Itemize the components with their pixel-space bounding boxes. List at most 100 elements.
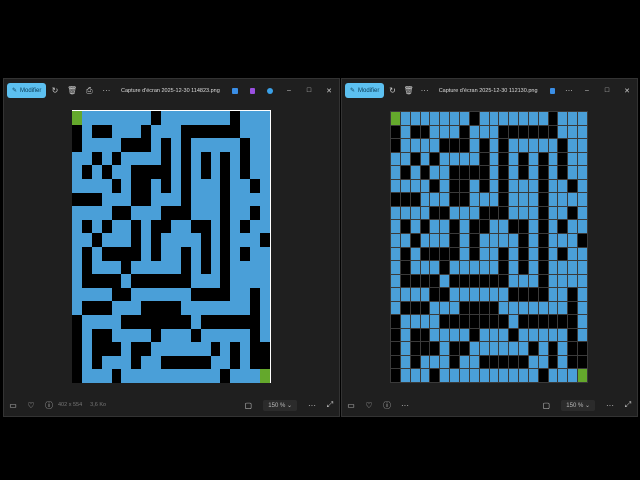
more-icon[interactable]: ···: [98, 86, 115, 95]
maze-path-cell: [72, 151, 82, 166]
maze-path-cell: [410, 112, 420, 125]
editor-app-icon[interactable]: [549, 87, 555, 94]
maze-path-cell: [121, 179, 132, 193]
edit-button[interactable]: ✎ Modifier: [7, 83, 47, 98]
maze-path-cell: [91, 179, 102, 193]
maze-path-cell: [91, 138, 102, 152]
maze-path-cell: [459, 369, 469, 382]
maze-wall-cell: [410, 193, 420, 206]
more-icon[interactable]: ···: [417, 86, 433, 95]
maze-path-cell: [81, 233, 92, 247]
maze-wall-cell: [200, 165, 211, 179]
maze-path-cell: [72, 301, 82, 315]
maze-wall-cell: [420, 220, 430, 233]
rotate-icon[interactable]: ↻: [384, 86, 400, 95]
maze-wall-cell: [161, 219, 171, 234]
favorite-icon[interactable]: ♡: [22, 401, 40, 410]
maze-wall-cell: [538, 193, 548, 206]
maze-wall-cell: [111, 342, 122, 356]
maze-path-cell: [558, 342, 568, 355]
maze-wall-cell: [81, 165, 92, 179]
maze-wall-cell: [111, 287, 122, 302]
maze-wall-cell: [91, 124, 102, 139]
maze-path-cell: [72, 179, 82, 193]
close-button[interactable]: ✕: [617, 87, 637, 95]
maze-wall-cell: [230, 111, 241, 125]
minimize-button[interactable]: –: [577, 87, 597, 95]
maze-wall-cell: [391, 125, 400, 139]
maze-path-cell: [391, 179, 400, 193]
fit-icon[interactable]: ▢: [537, 401, 555, 410]
more-icon[interactable]: ···: [601, 401, 619, 410]
more-icon[interactable]: ···: [303, 401, 321, 410]
maze-wall-cell: [410, 301, 420, 315]
clipchamp-icon[interactable]: [249, 87, 256, 94]
maze-wall-cell: [250, 328, 261, 343]
delete-icon[interactable]: 🗑: [400, 86, 416, 95]
maze-wall-cell: [151, 165, 162, 179]
maze-path-cell: [101, 260, 112, 275]
maze-wall-cell: [101, 165, 112, 179]
maze-wall-cell: [499, 274, 509, 288]
maze-wall-cell: [220, 315, 231, 329]
maximize-button[interactable]: □: [299, 87, 319, 95]
maze-wall-cell: [459, 193, 469, 206]
maze-wall-cell: [220, 274, 231, 288]
close-button[interactable]: ✕: [319, 87, 339, 95]
maze-wall-cell: [400, 274, 410, 288]
maze-wall-cell: [180, 179, 191, 193]
rotate-icon[interactable]: ↻: [46, 86, 63, 95]
maze-path-cell: [459, 247, 469, 261]
maze-wall-cell: [131, 315, 142, 329]
maze-path-cell: [141, 328, 152, 343]
maze-path-cell: [489, 288, 499, 301]
maze-wall-cell: [91, 342, 102, 356]
more-icon[interactable]: ···: [396, 401, 414, 410]
maze-wall-cell: [499, 315, 509, 328]
onedrive-icon[interactable]: [267, 87, 273, 94]
maze-path-cell: [190, 247, 201, 261]
title-bar: ✎ Modifier ↻ 🗑 ··· Capture d'écran 2025-1…: [342, 81, 637, 100]
maze-path-cell: [440, 152, 450, 166]
maze-wall-cell: [72, 124, 82, 139]
zoom-dropdown[interactable]: 150 % ⌄: [263, 399, 297, 411]
maze-path-cell: [161, 124, 171, 139]
delete-icon[interactable]: 🗑: [64, 86, 81, 95]
more-icon[interactable]: ···: [561, 86, 577, 95]
maximize-button[interactable]: □: [597, 87, 617, 95]
maze-path-cell: [161, 287, 171, 302]
maze-wall-cell: [469, 233, 479, 247]
maze-path-cell: [558, 233, 568, 247]
maze-wall-cell: [430, 179, 440, 193]
maze-wall-cell: [519, 233, 528, 247]
maze-path-cell: [568, 261, 578, 274]
maze-path-cell: [479, 288, 489, 301]
maze-path-cell: [410, 139, 420, 152]
print-icon[interactable]: ⎙: [81, 86, 98, 96]
info-icon[interactable]: ⓘ: [40, 400, 58, 411]
maze-wall-cell: [72, 138, 82, 152]
maze-path-cell: [210, 328, 221, 343]
editor-app-icon[interactable]: [231, 87, 238, 94]
maze-path-cell: [430, 355, 440, 369]
edit-button[interactable]: ✎ Modifier: [345, 83, 385, 98]
minimize-button[interactable]: –: [279, 87, 299, 95]
maze-path-cell: [578, 220, 587, 233]
maze-wall-cell: [141, 315, 152, 329]
zoom-dropdown[interactable]: 150 % ⌄: [561, 399, 595, 411]
maze-wall-cell: [568, 288, 578, 301]
filmstrip-icon[interactable]: ▭: [4, 401, 22, 410]
maze-path-cell: [479, 328, 489, 342]
maze-path-cell: [519, 342, 528, 355]
fullscreen-icon[interactable]: ⤢: [321, 400, 339, 410]
maze-path-cell: [151, 342, 162, 356]
maze-wall-cell: [538, 206, 548, 220]
fullscreen-icon[interactable]: ⤢: [619, 400, 637, 410]
maze-path-cell: [230, 328, 241, 343]
maze-wall-cell: [459, 315, 469, 328]
info-icon[interactable]: ⓘ: [378, 400, 396, 411]
favorite-icon[interactable]: ♡: [360, 401, 378, 410]
fit-icon[interactable]: ▢: [239, 401, 257, 410]
filmstrip-icon[interactable]: ▭: [342, 401, 360, 410]
maze-wall-cell: [538, 166, 548, 179]
